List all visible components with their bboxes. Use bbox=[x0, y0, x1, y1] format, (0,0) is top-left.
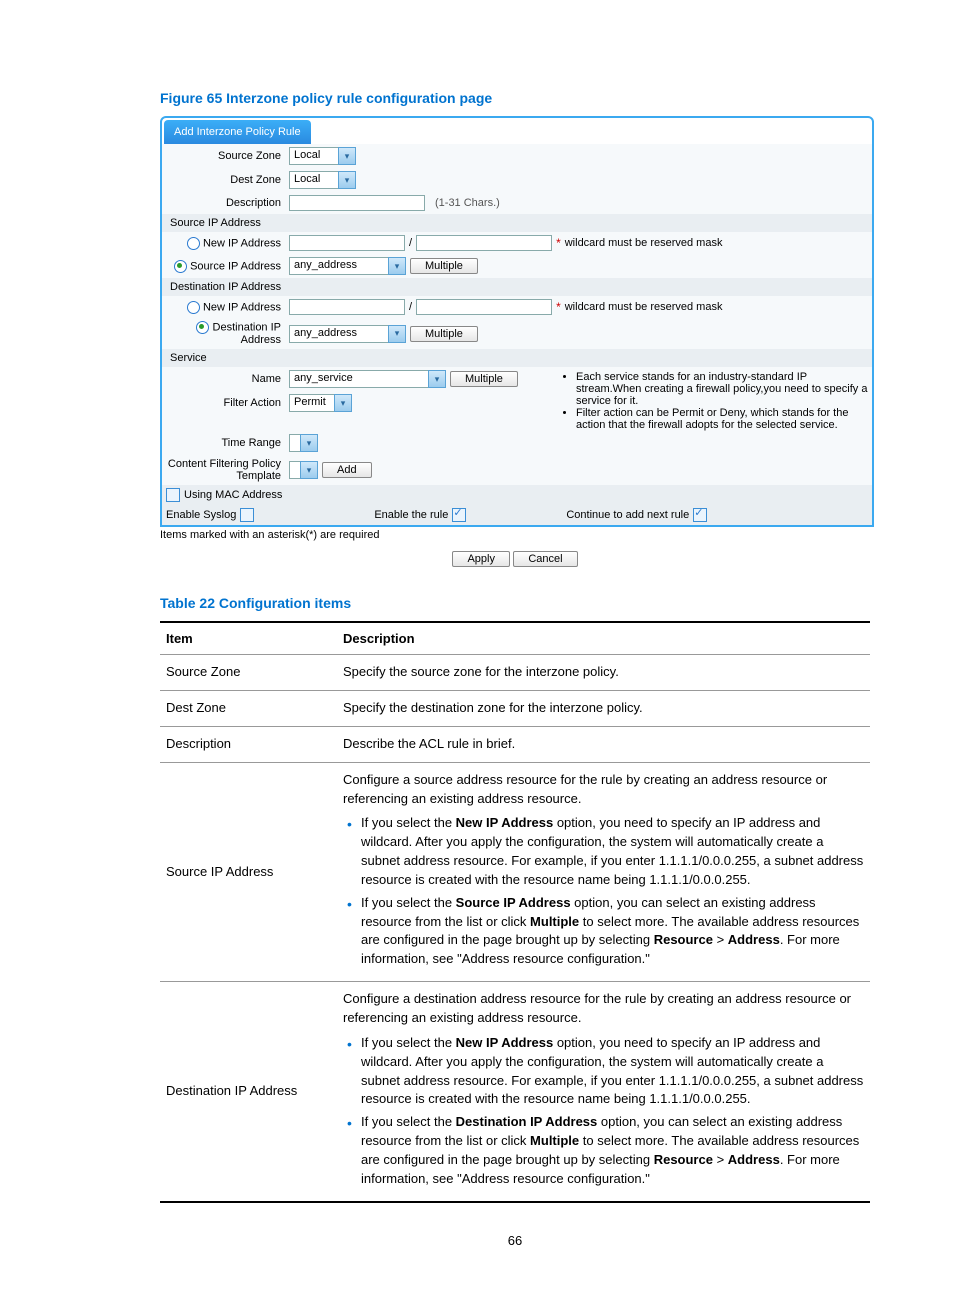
select-time-range[interactable]: ▾ bbox=[289, 434, 318, 452]
multiple-service-button[interactable]: Multiple bbox=[450, 371, 518, 387]
chevron-down-icon: ▾ bbox=[300, 434, 318, 452]
td-desc: Configure a destination address resource… bbox=[337, 982, 870, 1202]
label-description: Description bbox=[166, 197, 289, 209]
input-new-ip-src-mask[interactable] bbox=[416, 235, 552, 251]
td-item: Source IP Address bbox=[160, 762, 337, 981]
label-dest-zone: Dest Zone bbox=[166, 174, 289, 186]
page-number: 66 bbox=[160, 1233, 870, 1248]
label-cft: Content Filtering Policy Template bbox=[166, 458, 289, 482]
label-new-ip-src: New IP Address bbox=[166, 237, 289, 250]
th-desc: Description bbox=[337, 622, 870, 655]
tab-add-interzone[interactable]: Add Interzone Policy Rule bbox=[164, 120, 311, 144]
checkbox-enable-rule[interactable] bbox=[452, 508, 466, 522]
td-item: Destination IP Address bbox=[160, 982, 337, 1202]
td-item: Source Zone bbox=[160, 655, 337, 691]
label-continue: Continue to add next rule bbox=[566, 509, 689, 521]
checkbox-enable-syslog[interactable] bbox=[240, 508, 254, 522]
radio-dest-ip[interactable] bbox=[196, 321, 209, 334]
label-enable-syslog: Enable Syslog bbox=[166, 509, 236, 521]
select-dest-zone[interactable]: Local▾ bbox=[289, 171, 356, 189]
label-source-ip-addr: Source IP Address bbox=[166, 260, 289, 273]
label-time-range: Time Range bbox=[166, 437, 289, 449]
td-desc: Configure a source address resource for … bbox=[337, 762, 870, 981]
section-service: Service bbox=[166, 352, 207, 364]
checkbox-continue[interactable] bbox=[693, 508, 707, 522]
section-source-ip: Source IP Address bbox=[166, 217, 261, 229]
chevron-down-icon: ▾ bbox=[338, 171, 356, 189]
section-dest-ip: Destination IP Address bbox=[166, 281, 281, 293]
select-service[interactable]: any_service▾ bbox=[289, 370, 446, 388]
required-mark: * bbox=[556, 300, 561, 314]
input-new-ip-dst-mask[interactable] bbox=[416, 299, 552, 315]
cancel-button[interactable]: Cancel bbox=[513, 551, 577, 567]
figure-title: Figure 65 Interzone policy rule configur… bbox=[160, 90, 870, 106]
input-new-ip-dst[interactable] bbox=[289, 299, 405, 315]
chevron-down-icon: ▾ bbox=[388, 257, 406, 275]
radio-new-ip-src[interactable] bbox=[187, 237, 200, 250]
label-enable-rule: Enable the rule bbox=[374, 509, 448, 521]
td-item: Dest Zone bbox=[160, 691, 337, 727]
apply-button[interactable]: Apply bbox=[452, 551, 510, 567]
required-mark: * bbox=[556, 236, 561, 250]
wildcard-note-src: wildcard must be reserved mask bbox=[565, 237, 723, 249]
td-desc: Specify the destination zone for the int… bbox=[337, 691, 870, 727]
required-note: Items marked with an asterisk(*) are req… bbox=[160, 529, 870, 541]
td-desc: Describe the ACL rule in brief. bbox=[337, 726, 870, 762]
wildcard-note-dst: wildcard must be reserved mask bbox=[565, 301, 723, 313]
select-cft[interactable]: ▾ bbox=[289, 461, 318, 479]
checkbox-use-mac[interactable] bbox=[166, 488, 180, 502]
input-description[interactable] bbox=[289, 195, 425, 211]
config-table: ItemDescription Source ZoneSpecify the s… bbox=[160, 621, 870, 1202]
chevron-down-icon: ▾ bbox=[334, 394, 352, 412]
add-cft-button[interactable]: Add bbox=[322, 462, 372, 478]
label-dest-ip-addr: Destination IP Address bbox=[166, 321, 289, 346]
label-new-ip-dst: New IP Address bbox=[166, 301, 289, 314]
service-notes: Each service stands for an industry-stan… bbox=[562, 371, 872, 431]
chevron-down-icon: ▾ bbox=[388, 325, 406, 343]
chevron-down-icon: ▾ bbox=[428, 370, 446, 388]
select-source-ip[interactable]: any_address▾ bbox=[289, 257, 406, 275]
label-source-zone: Source Zone bbox=[166, 150, 289, 162]
select-source-zone[interactable]: Local▾ bbox=[289, 147, 356, 165]
hint-desc-chars: (1-31 Chars.) bbox=[435, 197, 500, 209]
input-new-ip-src[interactable] bbox=[289, 235, 405, 251]
label-service-name: Name bbox=[166, 373, 289, 385]
chevron-down-icon: ▾ bbox=[338, 147, 356, 165]
td-desc: Specify the source zone for the interzon… bbox=[337, 655, 870, 691]
radio-new-ip-dst[interactable] bbox=[187, 301, 200, 314]
table-title: Table 22 Configuration items bbox=[160, 595, 870, 611]
multiple-src-button[interactable]: Multiple bbox=[410, 258, 478, 274]
select-filter-action[interactable]: Permit▾ bbox=[289, 394, 352, 412]
multiple-dst-button[interactable]: Multiple bbox=[410, 326, 478, 342]
td-item: Description bbox=[160, 726, 337, 762]
th-item: Item bbox=[160, 622, 337, 655]
radio-source-ip[interactable] bbox=[174, 260, 187, 273]
select-dest-ip[interactable]: any_address▾ bbox=[289, 325, 406, 343]
chevron-down-icon: ▾ bbox=[300, 461, 318, 479]
label-use-mac: Using MAC Address bbox=[180, 489, 282, 501]
form-panel: Add Interzone Policy Rule Source Zone Lo… bbox=[160, 116, 874, 527]
label-filter-action: Filter Action bbox=[166, 397, 289, 409]
